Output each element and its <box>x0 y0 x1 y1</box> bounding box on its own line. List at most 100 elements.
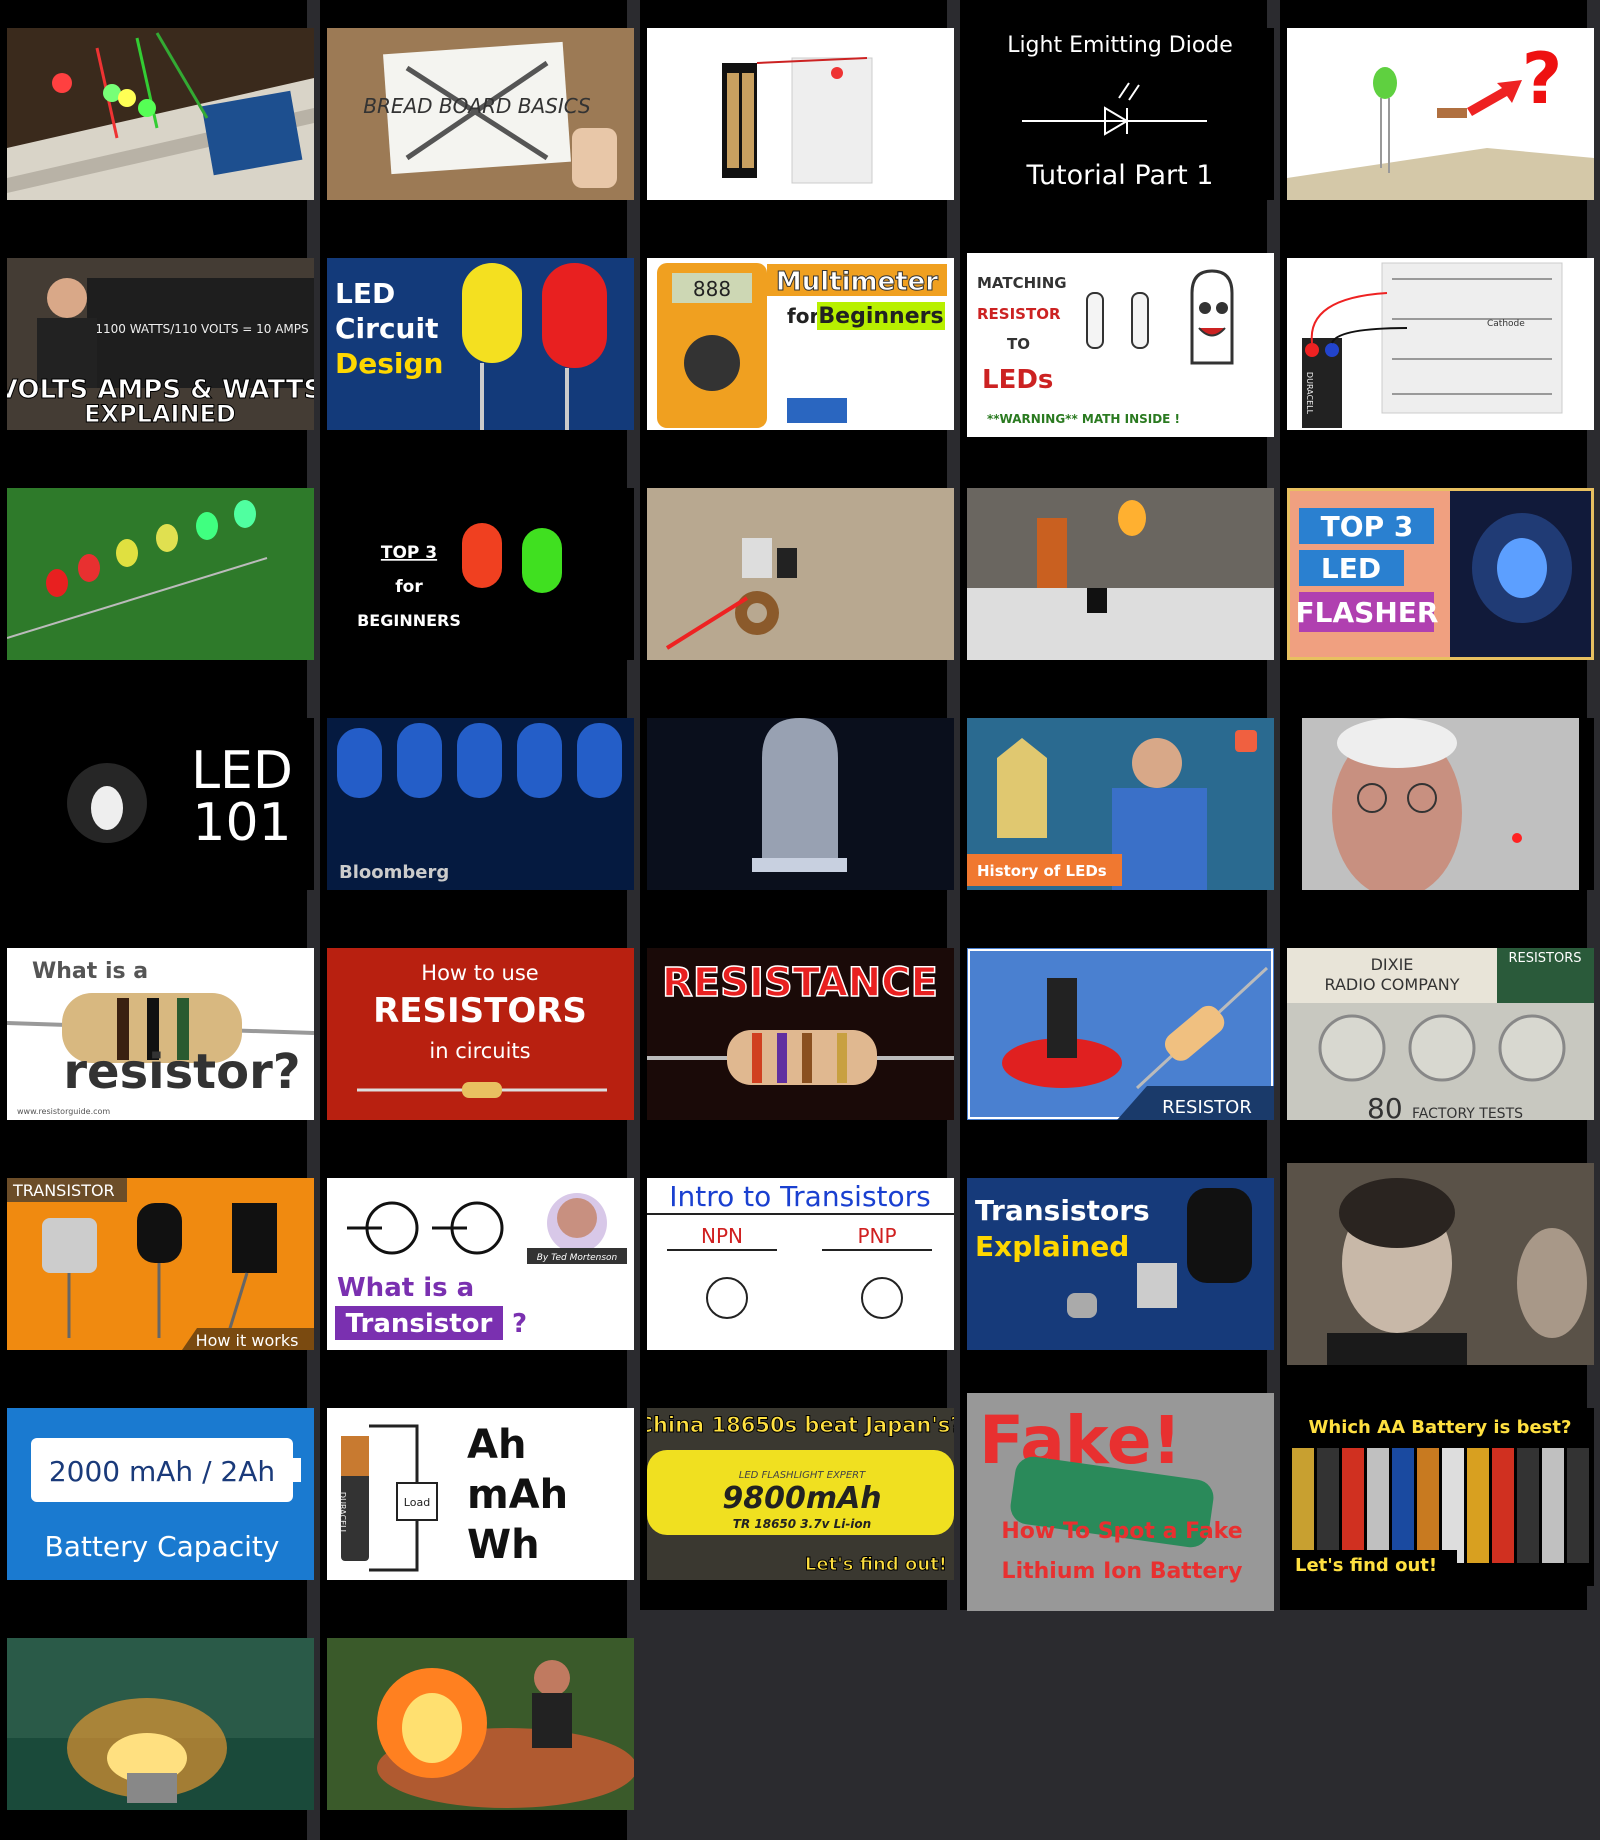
battery-spec: TR 18650 3.7v Li-ion <box>733 1517 871 1531</box>
thumbnail-title: TRANSISTOR <box>12 1181 115 1200</box>
npn-label: NPN <box>701 1224 743 1248</box>
thumbnail-subtitle: Let's find out! <box>1295 1555 1437 1576</box>
thumbnail-image: Intro to Transistors NPN PNP <box>647 1178 954 1350</box>
video-thumbnail-led-chain[interactable] <box>7 488 314 660</box>
video-thumbnail-dixie-radio[interactable]: DIXIE RADIO COMPANY RESISTORS 80 FACTORY… <box>1287 948 1594 1120</box>
video-thumbnail-fake-lithium-battery[interactable]: Fake! How To Spot a Fake Lithium Ion Bat… <box>967 1393 1274 1611</box>
thumbnail-image: Fake! How To Spot a Fake Lithium Ion Bat… <box>967 1393 1274 1611</box>
thumbnail-image <box>7 1638 314 1810</box>
thumbnail-title-1: How to use <box>421 961 538 985</box>
video-thumbnail-history-of-leds[interactable]: History of LEDs <box>967 718 1274 890</box>
video-thumbnail-led-circuit-board[interactable] <box>967 488 1274 660</box>
video-thumbnail-which-aa-battery[interactable]: Which AA Battery is best? Let's find out… <box>1287 1408 1594 1586</box>
thumbnail-image: 2000 mAh / 2Ah Battery Capacity <box>7 1408 314 1580</box>
video-thumbnail-multimeter-beginners[interactable]: 888 Multimeter for Beginners <box>647 258 954 430</box>
thumbnail-title-2: Transistor <box>346 1309 493 1339</box>
thumbnail-image: How to use RESISTORS in circuits <box>327 948 634 1120</box>
pnp-label: PNP <box>857 1224 896 1248</box>
thumbnail-title-2: mAh <box>467 1472 568 1518</box>
thumbnail-title: RESISTANCE <box>662 960 938 1006</box>
thumbnail-title: Multimeter <box>776 267 938 297</box>
load-label: Load <box>404 1496 430 1509</box>
video-thumbnail-battery-breadboard[interactable] <box>647 28 954 200</box>
chalkboard-text: 1100 WATTS/110 VOLTS = 10 AMPS <box>95 322 308 336</box>
video-thumbnail-battery-fire[interactable] <box>327 1638 634 1810</box>
video-thumbnail-how-to-use-resistors[interactable]: How to use RESISTORS in circuits <box>327 948 634 1120</box>
video-thumbnail-what-is-resistor[interactable]: What is a resistor? www.resistorguide.co… <box>7 948 314 1120</box>
thumbnail-image: Transistors Explained <box>967 1178 1274 1350</box>
video-thumbnail-transistor-how-it-works[interactable]: TRANSISTOR How it works <box>7 1178 314 1350</box>
video-thumbnail-led-101[interactable]: LED 101 <box>7 718 314 890</box>
thumbnail-title-2: LED <box>1321 552 1381 585</box>
video-thumbnail-led-circuit-design[interactable]: LED Circuit Design <box>327 258 634 430</box>
thumbnail-image: MATCHING RESISTOR TO LEDs **WARNING** MA… <box>967 253 1274 437</box>
thumbnail-image: TOP 3 for BEGINNERS <box>327 488 634 660</box>
thumbnail-subtitle: Let's find out! <box>805 1554 947 1575</box>
thumbnail-title-2: resistor? <box>63 1044 300 1100</box>
thumbnail-title-3: Design <box>335 347 443 380</box>
thumbnail-title-2: Explained <box>975 1230 1129 1263</box>
thumbnail-image: ? <box>1287 28 1594 200</box>
thumbnail-image: China 18650s beat Japan's? LED FLASHLIGH… <box>647 1408 954 1580</box>
video-thumbnail-transistors-explained[interactable]: Transistors Explained <box>967 1178 1274 1350</box>
thumbnail-title-3: in circuits <box>429 1039 530 1063</box>
thumbnail-image: DIXIE RADIO COMPANY RESISTORS 80 FACTORY… <box>1287 948 1594 1120</box>
video-thumbnail-resistance[interactable]: RESISTANCE <box>647 948 954 1120</box>
video-thumbnail-top3-beginners[interactable]: TOP 3 for BEGINNERS <box>327 488 634 660</box>
video-thumbnail-led-3d[interactable] <box>647 718 954 890</box>
video-thumbnail-bloomberg-leds[interactable]: Bloomberg <box>327 718 634 890</box>
thumbnail-title-2: for <box>395 577 423 597</box>
thumbnail-footer: FACTORY TESTS <box>1412 1106 1523 1120</box>
video-thumbnail-battery-breadboard-cathode[interactable]: DURACELL Cathode <box>1287 258 1594 430</box>
thumbnail-image: RESISTOR <box>967 948 1274 1120</box>
battery-brand: DURACELL <box>338 1492 347 1535</box>
thumbnail-image: TRANSISTOR How it works <box>7 1178 314 1350</box>
thumbnail-subtitle: Battery Capacity <box>45 1530 280 1563</box>
multimeter-display: 888 <box>693 277 731 301</box>
video-thumbnail-resistor-3d[interactable]: RESISTOR <box>967 948 1274 1120</box>
thumbnail-image <box>647 28 954 200</box>
thumbnail-title: History of LEDs <box>977 862 1107 880</box>
video-thumbnail-arduino-breadboard[interactable] <box>7 28 314 200</box>
thumbnail-image: LED 101 <box>7 718 314 890</box>
thumbnail-image: DURACELL Cathode <box>1287 258 1594 430</box>
thumbnail-image <box>967 488 1274 660</box>
video-thumbnail-led-resistor-question[interactable]: ? <box>1287 28 1594 200</box>
thumbnail-title-1: LED <box>335 277 395 310</box>
thumbnail-subtitle: How it works <box>196 1331 299 1350</box>
video-thumbnail-top3-led-flasher[interactable]: TOP 3 LED FLASHER <box>1287 488 1594 660</box>
thumbnail-image: 888 Multimeter for Beginners <box>647 258 954 430</box>
thumbnail-number: 80 <box>1367 1092 1403 1120</box>
video-thumbnail-battery-fire-sparks[interactable] <box>7 1638 314 1810</box>
video-thumbnail-led-inventor[interactable] <box>1287 718 1594 890</box>
thumbnail-title-1: TOP 3 <box>1321 510 1414 543</box>
video-thumbnail-intro-transistors[interactable]: Intro to Transistors NPN PNP <box>647 1178 954 1350</box>
video-thumbnail-breadboard-basics[interactable]: BREAD BOARD BASICS <box>327 28 634 200</box>
thumbnail-image: RESISTANCE <box>647 948 954 1120</box>
thumbnail-image <box>7 28 314 200</box>
thumbnail-title-2: RESISTORS <box>373 991 587 1031</box>
thumbnail-title-1: Ah <box>467 1422 526 1468</box>
video-thumbnail-18650-china-japan[interactable]: China 18650s beat Japan's? LED FLASHLIGH… <box>647 1408 954 1580</box>
video-thumbnail-volts-amps-watts[interactable]: 1100 WATTS/110 VOLTS = 10 AMPS VOLTS AMP… <box>7 258 314 430</box>
thumbnail-footer: www.resistorguide.com <box>17 1107 110 1116</box>
video-thumbnail-led-tutorial[interactable]: Light Emitting Diode Tutorial Part 1 <box>967 28 1274 200</box>
video-thumbnail-ah-mah-wh[interactable]: DURACELL Load Ah mAh Wh <box>327 1408 634 1580</box>
thumbnail-image: DURACELL Load Ah mAh Wh <box>327 1408 634 1580</box>
thumbnail-title-1: DIXIE <box>1371 955 1414 974</box>
thumbnail-title-3: Wh <box>467 1522 540 1568</box>
thumbnail-image: Bloomberg <box>327 718 634 890</box>
video-thumbnail-what-is-transistor[interactable]: By Ted Mortenson What is a Transistor ? <box>327 1178 634 1350</box>
battery-capacity: 9800mAh <box>722 1481 881 1516</box>
question-mark: ? <box>1522 38 1563 120</box>
video-thumbnail-matching-resistor[interactable]: MATCHING RESISTOR TO LEDs **WARNING** MA… <box>967 253 1274 437</box>
thumbnail-image: History of LEDs <box>967 718 1274 890</box>
thumbnail-subtitle-1: How To Spot a Fake <box>1001 1519 1242 1544</box>
cathode-label: Cathode <box>1487 319 1525 329</box>
video-thumbnail-joule-thief[interactable] <box>647 488 954 660</box>
thumbnail-title-2: RADIO COMPANY <box>1324 975 1459 994</box>
thumbnail-text-1: MATCHING <box>977 274 1067 292</box>
video-thumbnail-transistor-inventor[interactable] <box>1287 1163 1594 1365</box>
thumbnail-image: Light Emitting Diode Tutorial Part 1 <box>967 28 1274 200</box>
video-thumbnail-battery-capacity[interactable]: 2000 mAh / 2Ah Battery Capacity <box>7 1408 314 1580</box>
